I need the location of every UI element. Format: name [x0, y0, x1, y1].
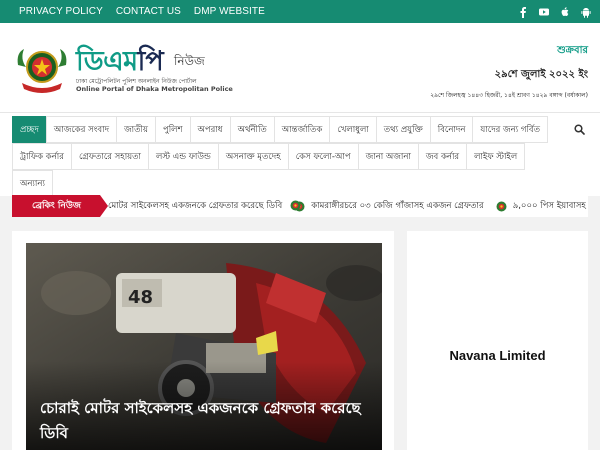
nav-item-home[interactable]: প্রচ্ছদ — [12, 116, 47, 143]
nav-item-tech[interactable]: তথ্য প্রযুক্তি — [375, 116, 431, 143]
nav-row-2: ট্রাফিক কর্নার গ্রেফতারে সহায়তা লস্ট এন… — [12, 143, 526, 170]
nav-item-sports[interactable]: খেলাধুলা — [329, 116, 377, 143]
nav-item-known-unknown[interactable]: জানা অজানা — [357, 143, 419, 170]
breaking-news-label: ব্রেকিং নিউজ — [12, 195, 100, 217]
dmp-logo-icon — [496, 201, 507, 211]
nav-item-entertainment[interactable]: বিনোদন — [429, 116, 474, 143]
search-button[interactable] — [568, 118, 590, 140]
nav-item-unidentified-bodies[interactable]: অসনাক্ত মৃতদেহ — [217, 143, 289, 170]
nav-item-lost-found[interactable]: লস্ট এন্ড ফাউন্ড — [148, 143, 219, 170]
ticker-item[interactable]: কামরাঙ্গীরচরে ০৩ কেজি গাঁজাসহ একজন গ্রেফ… — [294, 199, 484, 213]
facebook-icon[interactable] — [517, 6, 529, 18]
social-links — [517, 0, 592, 23]
nav-row-3: অন্যান্য — [12, 170, 53, 197]
site-logo[interactable]: ডিএমপি নিউজ ঢাকা মেট্রোপলিটন পুলিশ অনলাই… — [14, 39, 233, 101]
nav-item-crime[interactable]: অপরাধ — [189, 116, 231, 143]
brand-news-label: নিউজ — [174, 54, 205, 68]
nav-item-international[interactable]: আন্তর্জাতিক — [273, 116, 331, 143]
nav-item-national[interactable]: জাতীয় — [116, 116, 156, 143]
ad-text: Navana Limited — [449, 348, 546, 363]
youtube-icon[interactable] — [538, 6, 550, 18]
breaking-arrow — [100, 195, 108, 217]
ticker-item[interactable]: ৯,০০০ পিস ইয়াবাসহ গ্রে — [496, 199, 588, 213]
apple-icon[interactable] — [559, 6, 571, 18]
sidebar-ad[interactable]: Navana Limited — [407, 231, 588, 450]
nav-item-lifestyle[interactable]: লাইফ স্টাইল — [466, 143, 526, 170]
nav-item-police[interactable]: পুলিশ — [154, 116, 191, 143]
featured-story-image[interactable]: 48 চোরাই মোটর সাইকেলসহ একজনকে গ্রেফতার ক… — [26, 243, 382, 450]
top-links: PRIVACY POLICY CONTACT US DMP WEBSITE — [19, 0, 265, 23]
nav-item-case-followup[interactable]: কেস ফলো-আপ — [287, 143, 359, 170]
android-icon[interactable] — [580, 6, 592, 18]
news-ticker: মোটর সাইকেলসহ একজনকে গ্রেফতার করেছে ডিবি… — [108, 195, 588, 217]
featured-story-card: 48 চোরাই মোটর সাইকেলসহ একজনকে গ্রেফতার ক… — [12, 231, 394, 450]
dmp-badge-icon — [17, 49, 67, 93]
nav-item-economy[interactable]: অর্থনীতি — [229, 116, 275, 143]
brand-subtitle-en: Online Portal of Dhaka Metropolitan Poli… — [76, 85, 233, 93]
featured-story-headline[interactable]: চোরাই মোটর সাইকেলসহ একজনকে গ্রেফতার করেছ… — [40, 396, 370, 446]
weekday-label: শুক্রবার — [557, 45, 588, 56]
privacy-policy-link[interactable]: PRIVACY POLICY — [19, 6, 103, 17]
ticker-item[interactable]: মোটর সাইকেলসহ একজনকে গ্রেফতার করেছে ডিবি — [108, 199, 282, 213]
gregorian-date: ২৯শে জুলাই ২০২২ ইং — [494, 69, 588, 80]
nav-item-todays-news[interactable]: আজকের সংবাদ — [45, 116, 118, 143]
nav-item-others[interactable]: অন্যান্য — [12, 170, 53, 197]
main-nav: প্রচ্ছদ আজকের সংবাদ জাতীয় পুলিশ অপরাধ অ… — [0, 112, 600, 197]
nav-item-traffic-corner[interactable]: ট্রাফিক কর্নার — [12, 143, 72, 170]
nav-row-1: প্রচ্ছদ আজকের সংবাদ জাতীয় পুলিশ অপরাধ অ… — [12, 116, 548, 143]
nav-item-arrest-help[interactable]: গ্রেফতারে সহায়তা — [70, 143, 150, 170]
breaking-news-bar: ব্রেকিং নিউজ মোটর সাইকেলসহ একজনকে গ্রেফত… — [12, 195, 588, 217]
dmp-website-link[interactable]: DMP WEBSITE — [194, 6, 265, 17]
nav-item-proud-of[interactable]: যাদের জন্য গর্বিত — [472, 116, 548, 143]
site-header: ডিএমপি নিউজ ঢাকা মেট্রোপলিটন পুলিশ অনলাই… — [0, 23, 600, 112]
dmp-logo-icon — [290, 200, 301, 211]
nav-item-job-corner[interactable]: জব কর্নার — [417, 143, 468, 170]
top-bar: PRIVACY POLICY CONTACT US DMP WEBSITE — [0, 0, 600, 23]
date-block: শুক্রবার ২৯শে জুলাই ২০২২ ইং ২৯শে জিলহজ্ব… — [430, 43, 588, 101]
contact-us-link[interactable]: CONTACT US — [116, 6, 181, 17]
hijri-bangla-date: ২৯শে জিলহজ্ব ১৪৪৩ হিজরী, ১৪ই শ্রাবণ ১৪২৯… — [430, 92, 588, 99]
search-icon — [573, 123, 585, 135]
